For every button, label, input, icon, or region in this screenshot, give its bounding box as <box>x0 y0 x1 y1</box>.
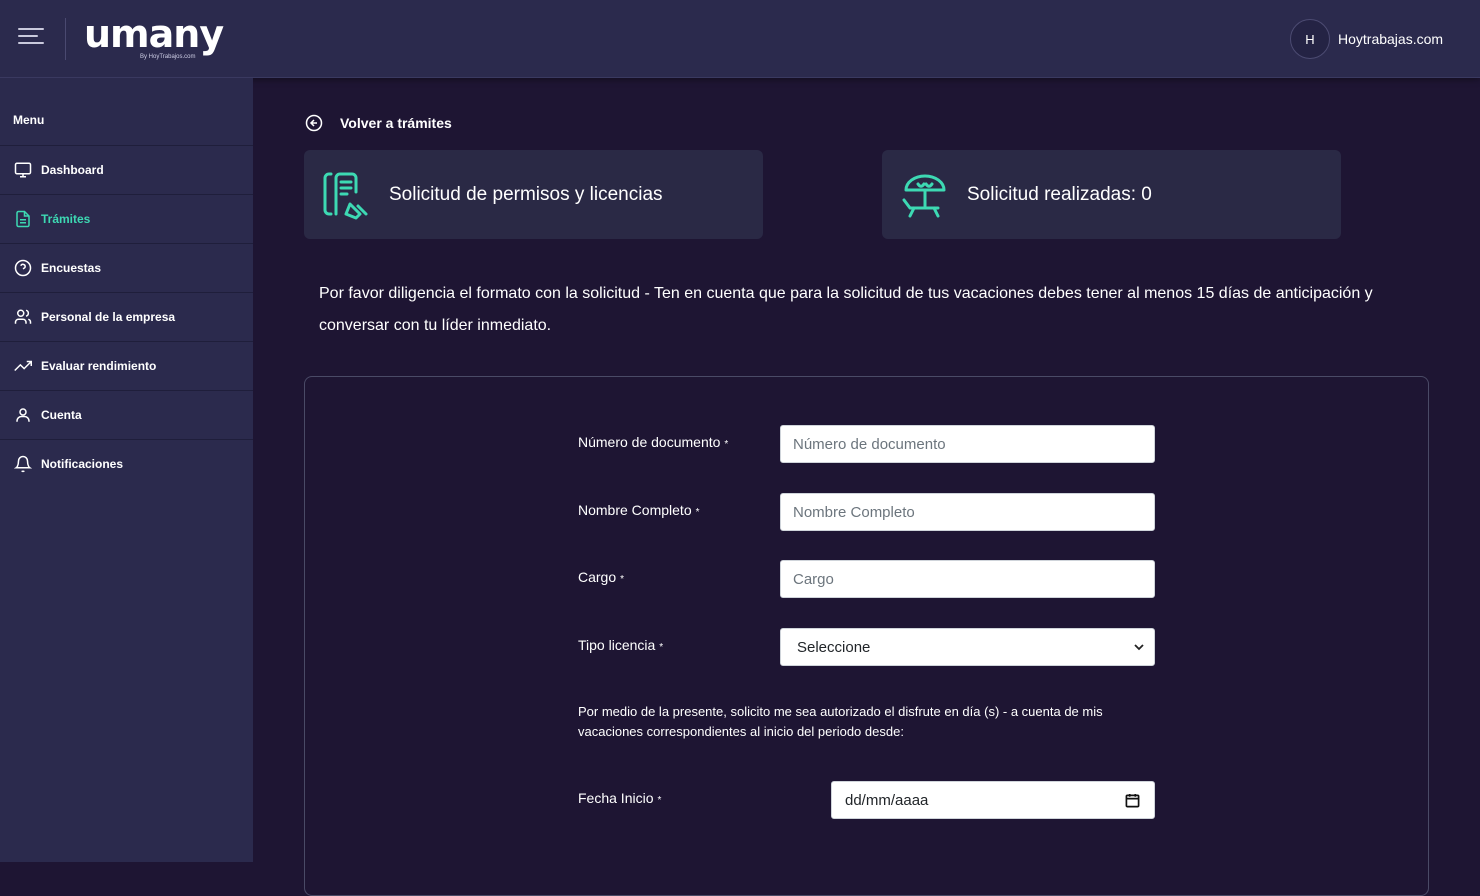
sidebar-item-label: Dashboard <box>41 163 104 177</box>
sidebar-item-dashboard[interactable]: Dashboard <box>0 145 253 194</box>
required-mark: * <box>695 507 700 518</box>
sidebar-item-notificaciones[interactable]: Notificaciones <box>0 439 253 488</box>
sidebar-item-label: Evaluar rendimiento <box>41 359 157 373</box>
nombre-label: Nombre Completo * <box>578 502 700 518</box>
trending-up-icon <box>14 357 32 375</box>
top-bar: umany By HoyTrabajos.com H Hoytrabajas.c… <box>0 0 1480 78</box>
required-mark: * <box>659 642 664 653</box>
bell-icon <box>14 455 32 473</box>
user-icon <box>14 406 32 424</box>
arrow-left-circle-icon <box>305 114 323 132</box>
documento-input[interactable] <box>780 425 1155 463</box>
calendar-icon[interactable] <box>1125 793 1140 808</box>
beach-umbrella-icon <box>902 174 946 217</box>
select-value: Seleccione <box>797 638 871 656</box>
sidebar-item-tramites[interactable]: Trámites <box>0 194 253 243</box>
card-title: Solicitud de permisos y licencias <box>389 183 663 205</box>
fecha-inicio-label-text: Fecha Inicio <box>578 790 654 806</box>
back-to-tramites-link[interactable]: Volver a trámites <box>305 114 452 132</box>
sidebar-item-label: Cuenta <box>41 408 82 422</box>
tipo-licencia-label: Tipo licencia * <box>578 637 663 653</box>
menu-title: Menu <box>13 113 45 127</box>
tipo-licencia-select[interactable]: Seleccione <box>780 628 1155 666</box>
required-mark: * <box>724 439 729 450</box>
logo-subtitle: By HoyTrabajos.com <box>140 54 196 60</box>
request-form: Número de documento* Nombre Completo* Ca… <box>304 376 1429 896</box>
required-mark: * <box>657 795 662 806</box>
cargo-input[interactable] <box>780 560 1155 598</box>
card-title: Solicitud realizadas: 0 <box>967 183 1152 205</box>
user-name[interactable]: Hoytrabajas.com <box>1338 31 1443 47</box>
sidebar-item-encuestas[interactable]: Encuestas <box>0 243 253 292</box>
sidebar-item-cuenta[interactable]: Cuenta <box>0 390 253 439</box>
logo-wordmark: umany <box>84 12 224 56</box>
card-solicitud-permisos: Solicitud de permisos y licencias <box>304 150 763 239</box>
users-icon <box>14 308 32 326</box>
question-circle-icon <box>14 259 32 277</box>
tipo-label-text: Tipo licencia <box>578 637 656 653</box>
top-divider <box>65 18 66 60</box>
nombre-input[interactable] <box>780 493 1155 531</box>
sidebar-item-label: Personal de la empresa <box>41 310 176 324</box>
cargo-label-text: Cargo <box>578 569 617 585</box>
intro-text: Por favor diligencia el formato con la s… <box>319 285 1373 334</box>
documento-label-text: Número de documento <box>578 434 721 450</box>
sidebar-item-label: Encuestas <box>41 261 102 275</box>
document-edit-icon <box>323 172 368 219</box>
chevron-down-icon <box>1134 644 1144 651</box>
fecha-inicio-input[interactable]: dd/mm/aaaa <box>831 781 1155 819</box>
hamburger-menu-icon[interactable] <box>18 28 44 50</box>
monitor-icon <box>14 161 32 179</box>
sidebar-item-label: Notificaciones <box>41 457 124 471</box>
menu-list: Dashboard Trámites Encuestas Personal de… <box>0 145 253 488</box>
sidebar: Menu Dashboard Trámites Encuestas Person… <box>0 78 253 862</box>
back-label: Volver a trámites <box>340 115 452 131</box>
vacation-paragraph: Por medio de la presente, solicito me se… <box>578 704 1103 739</box>
sidebar-item-personal[interactable]: Personal de la empresa <box>0 292 253 341</box>
sidebar-item-label: Trámites <box>41 212 91 226</box>
required-mark: * <box>620 574 625 585</box>
card-solicitudes-realizadas: Solicitud realizadas: 0 <box>882 150 1341 239</box>
cargo-label: Cargo * <box>578 569 624 585</box>
user-avatar[interactable]: H <box>1290 19 1330 59</box>
sidebar-item-evaluar[interactable]: Evaluar rendimiento <box>0 341 253 390</box>
main-content: Volver a trámites Solicitud de permisos … <box>253 78 1480 896</box>
documento-label: Número de documento * <box>578 434 728 450</box>
fecha-inicio-label: Fecha Inicio * <box>578 790 661 806</box>
document-icon <box>14 210 32 228</box>
nombre-label-text: Nombre Completo <box>578 502 692 518</box>
date-value: dd/mm/aaaa <box>845 791 929 809</box>
logo[interactable]: umany By HoyTrabajos.com <box>84 12 224 64</box>
